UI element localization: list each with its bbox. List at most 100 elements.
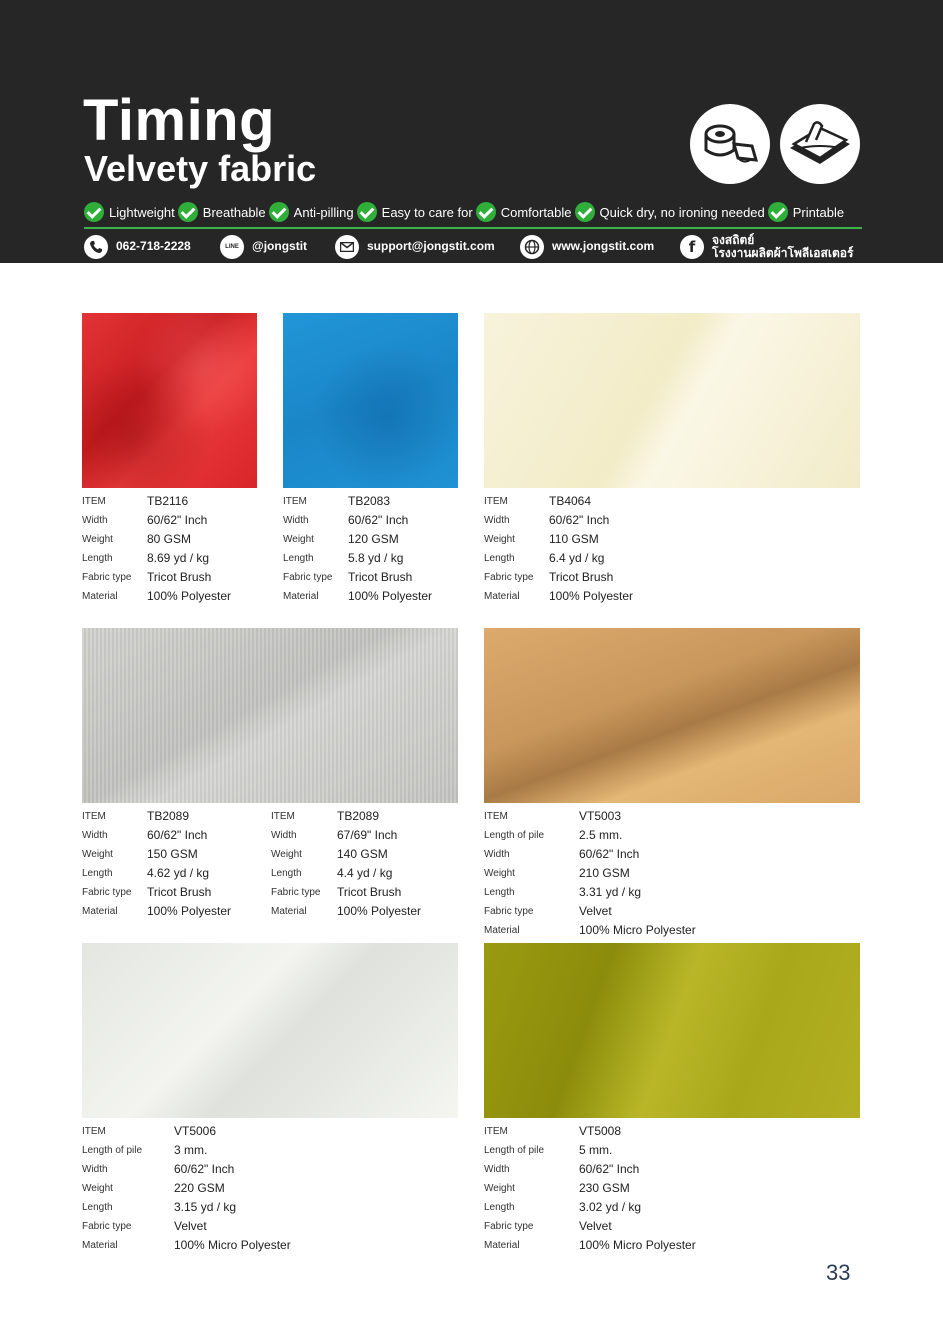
- check-icon: [475, 202, 496, 222]
- spec-row: Fabric type Velvet: [484, 904, 612, 918]
- feature-list: Lightweight Breathable Anti-pilling Easy…: [84, 201, 864, 223]
- contact-line[interactable]: LINE @jongstit: [220, 233, 307, 261]
- spec-row: ITEM VT5003: [484, 809, 622, 823]
- spec-row: Material 100% Micro Polyester: [484, 1238, 696, 1252]
- spec-table-vt5003: ITEM VT5003 Length of pile 2.5 mm. Width 60…: [484, 807, 724, 940]
- spec-row: Fabric type Tricot Brush: [82, 570, 212, 584]
- spec-row: Weight 140 GSM: [271, 847, 388, 861]
- spec-row: Material 100% Polyester: [82, 904, 232, 918]
- spec-row: Weight 150 GSM: [82, 847, 198, 861]
- spec-row: ITEM TB4064: [484, 494, 592, 508]
- spec-row: Fabric type Tricot Brush: [283, 570, 413, 584]
- check-icon: [84, 202, 104, 222]
- contact-website[interactable]: www.jongstit.com: [520, 233, 654, 261]
- spec-row: Width 60/62" Inch: [484, 847, 640, 861]
- spec-row: ITEM VT5006: [82, 1124, 217, 1138]
- spec-row: Fabric type Velvet: [82, 1219, 207, 1233]
- spec-row: Fabric type Velvet: [484, 1219, 612, 1233]
- page-number: 33: [826, 1260, 851, 1285]
- fabric-swatch-vt5008: [484, 943, 860, 1118]
- spec-row: ITEM VT5008: [484, 1124, 622, 1138]
- spec-row: Weight 120 GSM: [283, 532, 399, 546]
- fabric-swatch-tb2083: [283, 313, 458, 488]
- contact-bar: 062-718-2228 LINE @jongstit support@jong…: [84, 233, 874, 261]
- facebook-name: จงสถิตย์: [712, 232, 755, 247]
- spec-row: Width 67/69" Inch: [271, 828, 398, 842]
- spec-table-tb2089-a: ITEM TB2089 Width 60/62" Inch Weight 150 GS…: [82, 807, 262, 921]
- brand-title: Timing: [83, 88, 276, 153]
- spec-row: Width 60/62" Inch: [82, 513, 208, 527]
- spec-row: Length of pile 3 mm.: [82, 1143, 208, 1157]
- spec-row: Length 4.4 yd / kg: [271, 866, 393, 880]
- contact-email[interactable]: support@jongstit.com: [335, 233, 495, 261]
- spec-row: Length 3.31 yd / kg: [484, 885, 642, 899]
- email-icon: [335, 235, 359, 259]
- folded-fabric-icon: [780, 104, 860, 184]
- spec-row: Fabric type Tricot Brush: [484, 570, 614, 584]
- spec-row: Width 60/62" Inch: [82, 1162, 235, 1176]
- spec-table-tb2116: ITEM TB2116 Width 60/62" Inch Weight 80 GSM…: [82, 492, 257, 606]
- phone-icon: [84, 235, 108, 259]
- spec-row: Length 6.4 yd / kg: [484, 551, 605, 565]
- fabric-swatch-vt5006: [82, 943, 458, 1118]
- feature-item: Easy to care for: [356, 202, 475, 222]
- spec-table-tb2083: ITEM TB2083 Width 60/62" Inch Weight 120 GS…: [283, 492, 458, 606]
- feature-item: Breathable: [177, 202, 268, 222]
- spec-row: Width 60/62" Inch: [484, 513, 610, 527]
- spec-row: Fabric type Tricot Brush: [82, 885, 212, 899]
- check-icon: [268, 202, 289, 222]
- product-subtitle: Velvety fabric: [84, 148, 317, 189]
- feature-item: Comfortable: [475, 202, 574, 222]
- spec-row: Material 100% Polyester: [82, 589, 232, 603]
- check-icon: [574, 202, 595, 222]
- spec-row: Width 60/62" Inch: [283, 513, 409, 527]
- feature-item: Anti-pilling: [268, 202, 356, 222]
- fabric-swatch-tb2116: [82, 313, 257, 488]
- line-icon: LINE: [220, 235, 244, 259]
- spec-row: Length of pile 5 mm.: [484, 1143, 613, 1157]
- spec-row: Length 3.02 yd / kg: [484, 1200, 642, 1214]
- spec-row: Weight 220 GSM: [82, 1181, 225, 1195]
- spec-row: Weight 210 GSM: [484, 866, 630, 880]
- spec-row: Weight 230 GSM: [484, 1181, 630, 1195]
- spec-row: Material 100% Polyester: [271, 904, 422, 918]
- spec-row: Fabric type Tricot Brush: [271, 885, 402, 899]
- spec-row: Weight 80 GSM: [82, 532, 192, 546]
- spec-row: ITEM TB2116: [82, 494, 189, 508]
- feature-item: Quick dry, no ironing needed: [574, 202, 767, 222]
- spec-table-tb2089-b: ITEM TB2089 Width 67/69" Inch Weight 140 GS…: [271, 807, 458, 921]
- spec-table-vt5008: ITEM VT5008 Length of pile 5 mm. Width 60/6…: [484, 1122, 724, 1255]
- spec-row: ITEM TB2089: [271, 809, 380, 823]
- spec-row: Width 60/62" Inch: [82, 828, 208, 842]
- fabric-roll-icon: [690, 104, 770, 184]
- divider: [84, 227, 862, 229]
- spec-row: Material 100% Polyester: [283, 589, 433, 603]
- spec-table-tb4064: ITEM TB4064 Width 60/62" Inch Weight 110 GS…: [484, 492, 684, 606]
- spec-row: Length 4.62 yd / kg: [82, 866, 210, 880]
- check-icon: [356, 202, 377, 222]
- fabric-swatch-vt5003: [484, 628, 860, 803]
- feature-item: Printable: [767, 202, 846, 222]
- spec-row: Length of pile 2.5 mm.: [484, 828, 623, 842]
- check-icon: [767, 202, 788, 222]
- facebook-icon: f: [680, 235, 704, 259]
- facebook-subtitle: โรงงานผลิตผ้าโพลีเอสเตอร์: [712, 246, 854, 260]
- feature-item: Lightweight: [84, 202, 177, 222]
- spec-row: ITEM TB2083: [283, 494, 391, 508]
- globe-icon: [520, 235, 544, 259]
- spec-row: Width 60/62" Inch: [484, 1162, 640, 1176]
- spec-row: ITEM TB2089: [82, 809, 190, 823]
- contact-facebook[interactable]: f จงสถิตย์ โรงงานผลิตผ้าโพลีเอสเตอร์: [680, 233, 853, 261]
- fabric-swatch-tb2089: [82, 628, 458, 803]
- spec-row: Length 3.15 yd / kg: [82, 1200, 237, 1214]
- header-banner: Timing Velvety fabric Lightweight Breath…: [0, 0, 943, 263]
- spec-row: Weight 110 GSM: [484, 532, 599, 546]
- spec-table-vt5006: ITEM VT5006 Length of pile 3 mm. Width 60/6…: [82, 1122, 322, 1255]
- spec-row: Material 100% Polyester: [484, 589, 634, 603]
- spec-row: Material 100% Micro Polyester: [82, 1238, 291, 1252]
- spec-row: Material 100% Micro Polyester: [484, 923, 696, 937]
- check-icon: [177, 202, 198, 222]
- contact-phone[interactable]: 062-718-2228: [84, 233, 191, 261]
- spec-row: Length 8.69 yd / kg: [82, 551, 210, 565]
- spec-row: Length 5.8 yd / kg: [283, 551, 404, 565]
